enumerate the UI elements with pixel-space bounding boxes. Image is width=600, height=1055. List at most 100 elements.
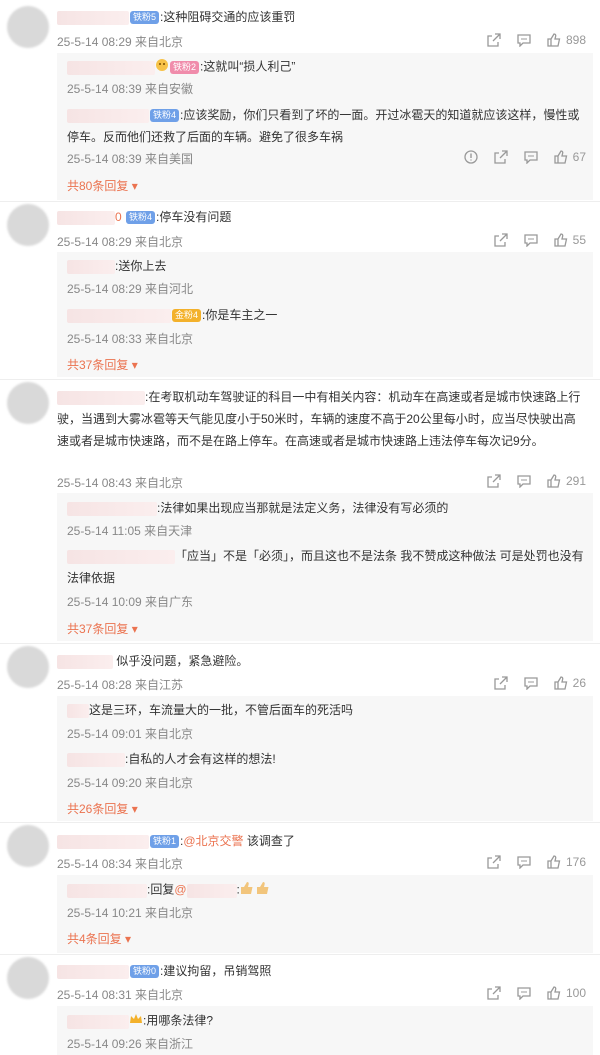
- fan-badge: 铁粉2: [170, 61, 200, 74]
- mention-link[interactable]: @北京交警: [183, 834, 243, 848]
- mention-link[interactable]: @: [174, 883, 186, 897]
- reply-body: :你是车主之一: [202, 308, 278, 322]
- report-icon[interactable]: [463, 149, 479, 165]
- share-icon[interactable]: [493, 149, 509, 165]
- more-replies-link[interactable]: 共26条回复 ▾: [67, 800, 138, 817]
- reply-meta: 25-5-14 09:26 来自浙江: [67, 1037, 194, 1051]
- comment-text: 0 铁粉4:停车没有问题: [57, 209, 231, 226]
- like-icon[interactable]: [546, 854, 562, 870]
- like-icon[interactable]: [546, 32, 562, 48]
- share-icon[interactable]: [486, 32, 502, 48]
- like-count: 55: [572, 233, 586, 247]
- comment-actions: 100: [472, 985, 586, 1001]
- comment-body: 似乎没问题，紧急避险。: [116, 654, 249, 668]
- comment-meta: 25-5-14 08:29 来自北京: [57, 35, 184, 49]
- share-icon[interactable]: [486, 985, 502, 1001]
- chevron-down-icon: ▾: [131, 622, 138, 636]
- comment-meta: 25-5-14 08:31 来自北京: [57, 988, 184, 1002]
- username-redacted[interactable]: [57, 10, 129, 25]
- username-redacted[interactable]: [67, 1014, 129, 1029]
- like-icon[interactable]: [546, 985, 562, 1001]
- username-redacted[interactable]: [67, 549, 175, 564]
- reply-meta: 25-5-14 11:05 来自天津: [67, 524, 193, 538]
- reply-body: :回复: [147, 882, 175, 897]
- more-replies-link[interactable]: 共37条回复 ▾: [67, 356, 138, 373]
- comment-icon[interactable]: [516, 32, 532, 48]
- divider: [0, 643, 600, 644]
- username-redacted[interactable]: [186, 883, 237, 898]
- like-icon[interactable]: [546, 473, 562, 489]
- like-count: 176: [565, 855, 586, 869]
- username-redacted[interactable]: [57, 654, 113, 669]
- chevron-down-icon: ▾: [131, 802, 138, 816]
- like-count: 291: [565, 474, 586, 488]
- reply-text: :法律如果出现应当那就是法定义务，法律没有写必须的: [67, 500, 448, 517]
- avatar[interactable]: [7, 646, 49, 688]
- comment-text: :在考取机动车驾驶证的科目一中有相关内容：机动车在高速或者是城市快速路上行驶，当…: [57, 386, 587, 452]
- username-redacted[interactable]: [67, 703, 89, 718]
- fan-badge: 铁粉1: [150, 835, 180, 849]
- username-redacted[interactable]: [67, 883, 147, 898]
- reply-body: :自私的人才会有这样的想法!: [125, 752, 276, 766]
- username-redacted[interactable]: [67, 60, 155, 75]
- comment-text: 似乎没问题，紧急避险。: [57, 653, 248, 670]
- avatar[interactable]: [7, 382, 49, 424]
- avatar[interactable]: [7, 6, 49, 48]
- comment-icon[interactable]: [523, 232, 539, 248]
- username-redacted[interactable]: [57, 390, 145, 405]
- reply-body: :送你上去: [115, 259, 167, 273]
- comment-actions: 898: [472, 32, 586, 48]
- username-redacted[interactable]: [57, 834, 149, 849]
- divider: [0, 822, 600, 823]
- chevron-down-icon: ▾: [125, 932, 132, 946]
- like-count: 26: [572, 676, 586, 690]
- username-redacted[interactable]: [57, 210, 115, 225]
- more-replies-link[interactable]: 共80条回复 ▾: [67, 177, 138, 194]
- reply-meta: 25-5-14 09:20 来自北京: [67, 776, 194, 790]
- crown-icon: [129, 1012, 143, 1031]
- comment-icon[interactable]: [523, 149, 539, 165]
- share-icon[interactable]: [486, 473, 502, 489]
- comment-meta: 25-5-14 08:43 来自北京: [57, 476, 184, 490]
- like-icon[interactable]: [553, 232, 569, 248]
- fan-badge: 金粉4: [172, 309, 202, 323]
- more-replies-link[interactable]: 共4条回复 ▾: [67, 930, 131, 947]
- username-redacted[interactable]: [67, 308, 171, 323]
- share-icon[interactable]: [486, 854, 502, 870]
- reply-text: :用哪条法律?: [67, 1012, 213, 1031]
- like-icon[interactable]: [553, 675, 569, 691]
- avatar[interactable]: [7, 825, 49, 867]
- username-redacted[interactable]: [67, 259, 115, 274]
- share-icon[interactable]: [493, 232, 509, 248]
- comment-actions: 176: [472, 854, 586, 870]
- like-icon[interactable]: [553, 149, 569, 165]
- avatar[interactable]: [7, 957, 49, 999]
- username-redacted[interactable]: [67, 752, 125, 767]
- divider: [0, 379, 600, 380]
- fan-badge: 铁粉4: [126, 211, 156, 225]
- reply-meta: 25-5-14 08:39 来自美国: [67, 152, 194, 166]
- comment-icon[interactable]: [516, 854, 532, 870]
- avatar-emoji-icon: [155, 58, 169, 77]
- comment-icon[interactable]: [516, 473, 532, 489]
- username-redacted[interactable]: [57, 964, 129, 979]
- username-redacted[interactable]: [67, 108, 149, 123]
- like-count: 67: [572, 150, 586, 164]
- more-replies-link[interactable]: 共37条回复 ▾: [67, 620, 138, 637]
- comment-meta: 25-5-14 08:28 来自江苏: [57, 678, 184, 692]
- comment-body: :这种阻碍交通的应该重罚: [160, 10, 296, 24]
- thumbs-up-icon: [240, 881, 272, 900]
- fan-badge: 铁粉5: [130, 11, 160, 25]
- comment-actions: 26: [479, 675, 586, 691]
- username-redacted[interactable]: [67, 501, 157, 516]
- comment-text: 铁粉0:建议拘留，吊销驾照: [57, 963, 271, 980]
- comment-icon[interactable]: [523, 675, 539, 691]
- comment-actions: 291: [472, 473, 586, 489]
- comment-icon[interactable]: [516, 985, 532, 1001]
- share-icon[interactable]: [493, 675, 509, 691]
- divider: [0, 954, 600, 955]
- comment-body-suffix: 该调查了: [243, 834, 295, 848]
- reply-text: 金粉4:你是车主之一: [67, 307, 277, 324]
- avatar[interactable]: [7, 204, 49, 246]
- reply-actions: 67: [449, 149, 586, 165]
